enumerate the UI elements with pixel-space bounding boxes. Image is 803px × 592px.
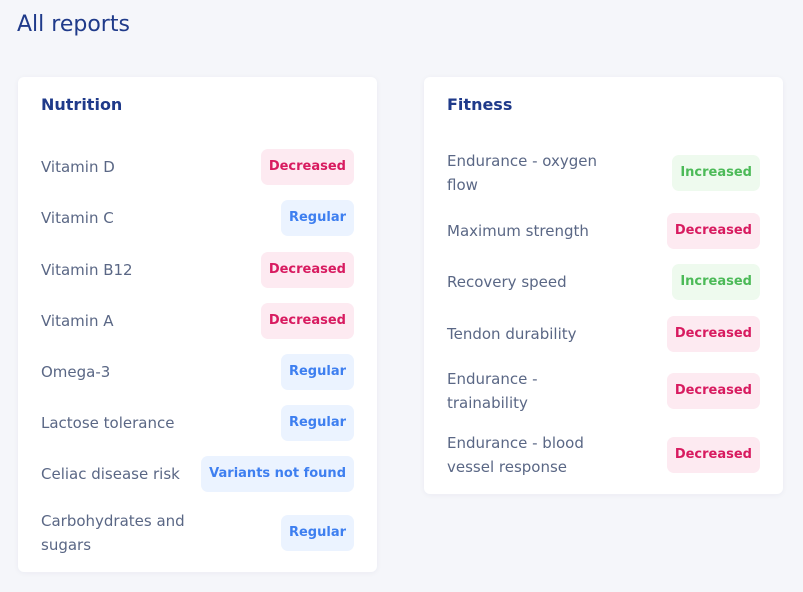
status-badge: Decreased bbox=[260, 149, 354, 185]
status-badge: Increased bbox=[672, 264, 760, 300]
page-title: All reports bbox=[17, 12, 130, 37]
report-label: Lactose tolerance bbox=[41, 414, 175, 432]
nutrition-card-title: Nutrition bbox=[41, 95, 123, 114]
report-label: Maximum strength bbox=[447, 222, 589, 240]
nutrition-card[interactable]: Nutrition Vitamin D Decreased Vitamin C … bbox=[18, 77, 377, 572]
status-badge: Decreased bbox=[666, 213, 760, 249]
report-row-vitamin-b12[interactable]: Vitamin B12 Decreased bbox=[41, 252, 354, 288]
status-badge: Regular bbox=[280, 515, 354, 551]
report-label: Celiac disease risk bbox=[41, 465, 180, 483]
status-badge: Increased bbox=[672, 155, 760, 191]
report-label: Endurance - oxygen flow bbox=[447, 152, 598, 194]
status-badge: Regular bbox=[280, 354, 354, 390]
status-badge: Decreased bbox=[666, 437, 760, 473]
fitness-card-title: Fitness bbox=[447, 95, 513, 114]
status-badge: Decreased bbox=[260, 252, 354, 288]
report-row-vitamin-d[interactable]: Vitamin D Decreased bbox=[41, 149, 354, 185]
report-row-vitamin-a[interactable]: Vitamin A Decreased bbox=[41, 303, 354, 339]
report-row-celiac-disease-risk[interactable]: Celiac disease risk Variants not found bbox=[41, 456, 354, 492]
report-label: Endurance - blood vessel response bbox=[447, 434, 584, 476]
report-row-tendon-durability[interactable]: Tendon durability Decreased bbox=[447, 316, 760, 352]
report-row-endurance-oxygen-flow[interactable]: Endurance - oxygen flow Increased bbox=[447, 149, 760, 197]
status-badge: Decreased bbox=[666, 316, 760, 352]
report-row-endurance-trainability[interactable]: Endurance - trainability Decreased bbox=[447, 367, 760, 415]
report-row-carbohydrates[interactable]: Carbohydrates and sugars Regular bbox=[41, 509, 354, 557]
report-row-maximum-strength[interactable]: Maximum strength Decreased bbox=[447, 213, 760, 249]
status-badge: Regular bbox=[280, 405, 354, 441]
report-row-endurance-blood-vessel[interactable]: Endurance - blood vessel response Decrea… bbox=[447, 431, 760, 479]
status-badge: Regular bbox=[280, 200, 354, 236]
report-label: Tendon durability bbox=[447, 325, 577, 343]
report-label: Carbohydrates and sugars bbox=[41, 512, 185, 554]
status-badge: Variants not found bbox=[201, 456, 354, 492]
report-label: Vitamin C bbox=[41, 209, 114, 227]
report-row-vitamin-c[interactable]: Vitamin C Regular bbox=[41, 200, 354, 236]
report-label: Recovery speed bbox=[447, 273, 567, 291]
report-label: Vitamin A bbox=[41, 312, 114, 330]
fitness-card[interactable]: Fitness Endurance - oxygen flow Increase… bbox=[424, 77, 783, 494]
report-row-lactose-tolerance[interactable]: Lactose tolerance Regular bbox=[41, 405, 354, 441]
report-label: Omega-3 bbox=[41, 363, 111, 381]
report-label: Vitamin B12 bbox=[41, 261, 133, 279]
status-badge: Decreased bbox=[260, 303, 354, 339]
report-label: Endurance - trainability bbox=[447, 370, 538, 412]
report-row-recovery-speed[interactable]: Recovery speed Increased bbox=[447, 264, 760, 300]
report-label: Vitamin D bbox=[41, 158, 115, 176]
report-row-omega-3[interactable]: Omega-3 Regular bbox=[41, 354, 354, 390]
status-badge: Decreased bbox=[666, 373, 760, 409]
